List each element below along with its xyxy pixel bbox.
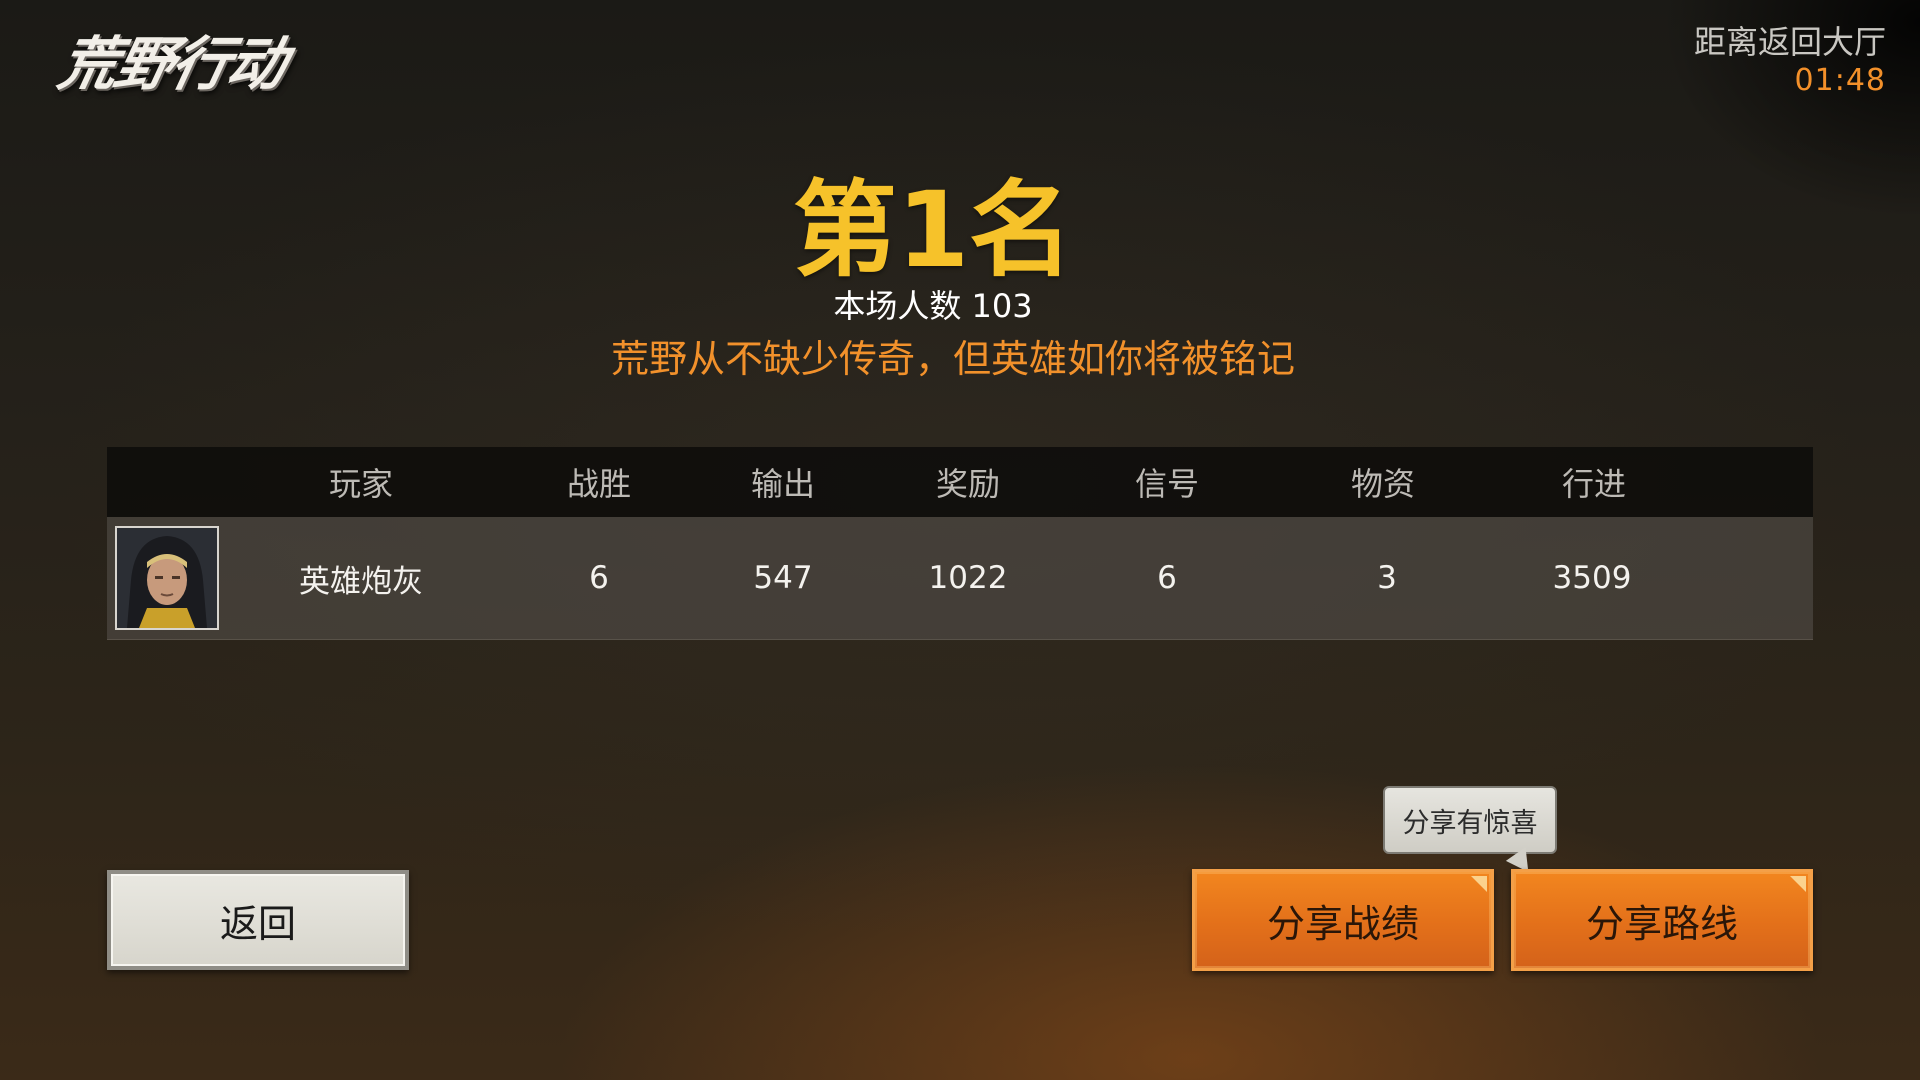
countdown-time: 01:48 <box>1794 63 1886 98</box>
cell-damage: 547 <box>753 560 813 596</box>
header-wins: 战胜 <box>566 465 632 503</box>
cell-supplies: 3 <box>1377 560 1397 596</box>
header-player: 玩家 <box>328 465 394 503</box>
player-portrait-icon <box>117 528 217 628</box>
share-bonus-tooltip: 分享有惊喜 <box>1383 786 1557 854</box>
cell-wins: 6 <box>589 560 609 596</box>
back-button[interactable]: 返回 <box>107 870 409 970</box>
share-route-button[interactable]: 分享路线 <box>1511 869 1813 971</box>
table-header: 玩家 战胜 输出 奖励 信号 物资 行进 <box>107 447 1813 517</box>
header-damage: 输出 <box>750 465 816 503</box>
share-record-button[interactable]: 分享战绩 <box>1192 869 1494 971</box>
avatar[interactable] <box>115 526 219 630</box>
cell-signal: 6 <box>1157 560 1177 596</box>
countdown-label: 距离返回大厅 <box>1693 23 1886 61</box>
rank-title: 第1名 <box>792 169 1074 291</box>
logo-text: 荒野行动 <box>52 30 292 98</box>
match-player-count: 本场人数 103 <box>833 287 1033 325</box>
header-signal: 信号 <box>1134 465 1200 503</box>
header-travel: 行进 <box>1561 465 1627 503</box>
cell-reward: 1022 <box>928 560 1008 596</box>
table-row: 英雄炮灰 6 547 1022 6 3 3509 <box>107 517 1813 640</box>
game-logo: 荒野行动 <box>28 18 318 100</box>
cell-travel: 3509 <box>1552 560 1632 596</box>
result-motto: 荒野从不缺少传奇，但英雄如你将被铭记 <box>610 337 1295 381</box>
result-table: 玩家 战胜 输出 奖励 信号 物资 行进 英雄炮灰 6 547 1022 6 3… <box>107 447 1813 640</box>
header-supplies: 物资 <box>1350 465 1416 503</box>
lobby-countdown: 距离返回大厅 01:48 <box>1694 22 1886 100</box>
player-name: 英雄炮灰 <box>299 563 423 600</box>
header-reward: 奖励 <box>935 465 1001 503</box>
